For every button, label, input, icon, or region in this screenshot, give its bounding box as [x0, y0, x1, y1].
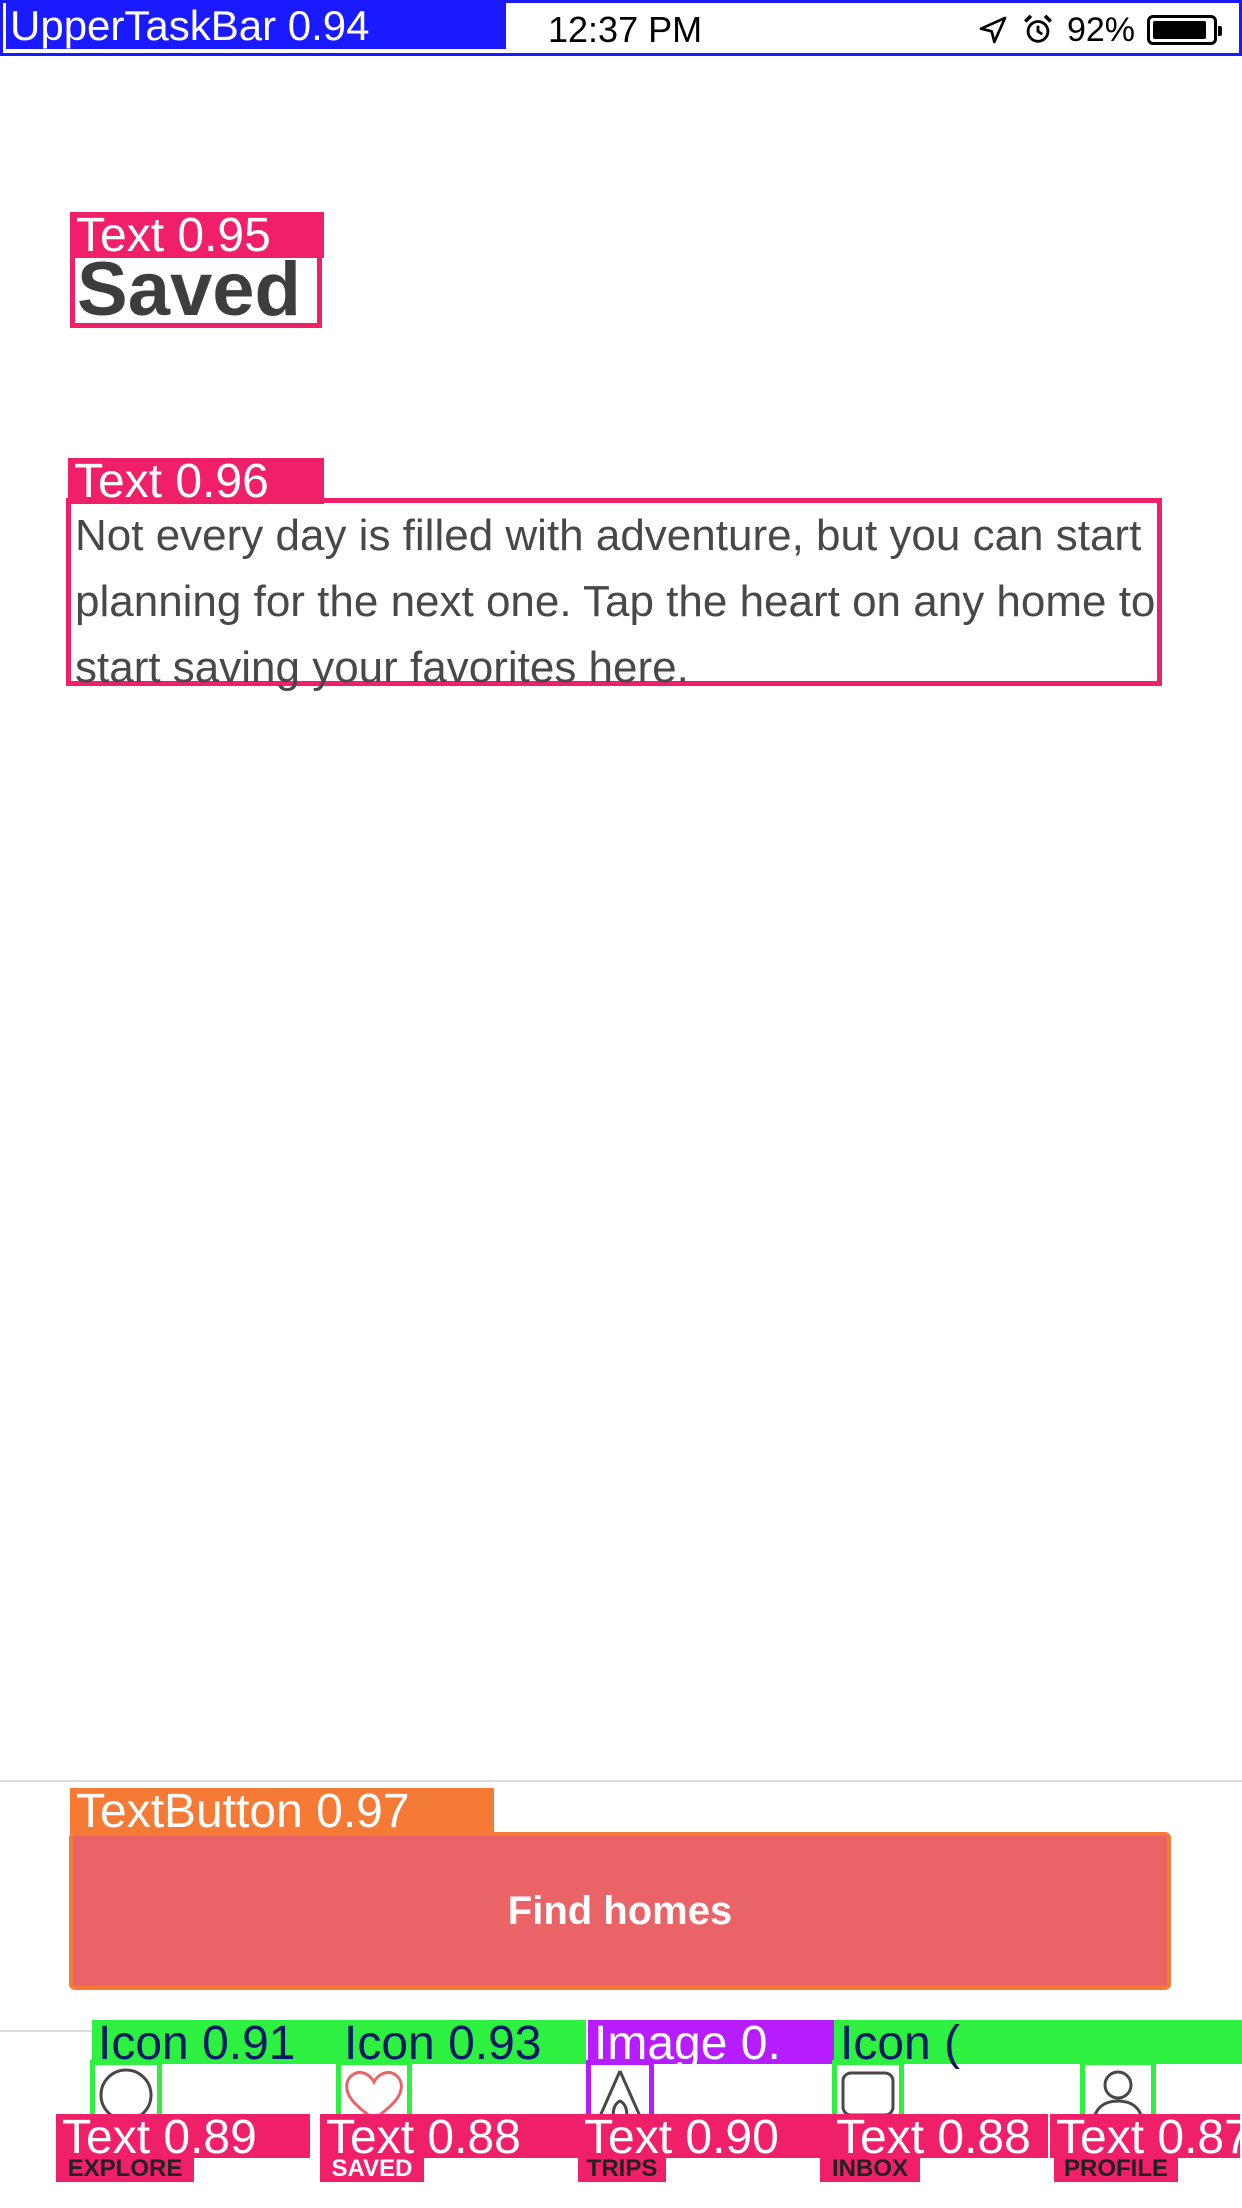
tab-saved-label[interactable]: SAVED: [320, 2156, 424, 2182]
button-detector-label: TextButton 0.97: [70, 1788, 494, 1836]
tab-trips-label[interactable]: TRIPS: [578, 2156, 666, 2182]
tab-explore-text-detector-label: Text 0.89: [56, 2114, 310, 2162]
battery-icon: [1147, 15, 1222, 45]
tab-inbox-label[interactable]: INBOX: [820, 2156, 920, 2182]
tab-explore-icon-detector-label: Icon 0.91: [92, 2020, 340, 2068]
status-right-group: 92%: [977, 10, 1222, 49]
empty-state-message: Not every day is filled with adventure, …: [66, 498, 1162, 692]
tab-inbox-icon-detector-label: Icon (: [834, 2020, 1242, 2068]
tab-saved-text-detector-label: Text 0.88: [320, 2114, 578, 2162]
find-homes-button[interactable]: Find homes: [69, 1832, 1171, 1990]
tab-profile-label[interactable]: PROFILE: [1054, 2156, 1178, 2182]
page-title: Saved: [70, 252, 322, 328]
status-time: 12:37 PM: [548, 9, 703, 50]
tab-profile-text-detector-label: Text 0.87: [1050, 2114, 1242, 2162]
location-arrow-icon: [979, 16, 1007, 44]
divider-top: [0, 1780, 1242, 1782]
tab-saved-icon-detector-label: Icon 0.93: [338, 2020, 586, 2068]
tab-trips-text-detector-label: Text 0.90: [578, 2114, 830, 2162]
status-bar: UpperTaskBar 0.94 12:37 PM 92%: [0, 0, 1242, 56]
alarm-clock-icon: [1023, 14, 1052, 43]
tab-explore-label[interactable]: EXPLORE: [56, 2156, 194, 2182]
status-bar-detector-label: UpperTaskBar 0.94: [6, 3, 506, 49]
tab-trips-icon-detector-label: Image 0.: [588, 2020, 834, 2068]
battery-percent: 92%: [1066, 10, 1135, 49]
tab-inbox-text-detector-label: Text 0.88: [830, 2114, 1048, 2162]
